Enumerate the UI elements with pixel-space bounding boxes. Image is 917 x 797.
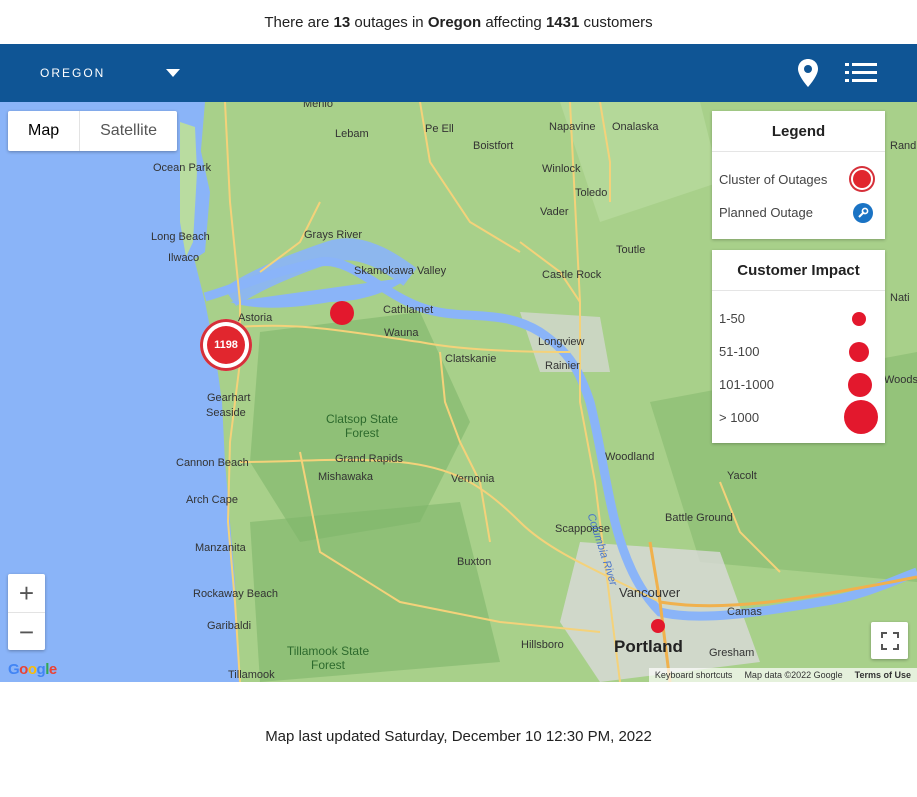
place-label: Long Beach [151,231,210,243]
place-label: Castle Rock [542,269,602,281]
impact-item-label: > 1000 [719,410,760,425]
legend-panel: Legend Cluster of Outages Planned Outage [712,111,885,239]
list-icon[interactable] [843,55,879,91]
place-label: Lebam [335,128,369,140]
map-data-text: Map data ©2022 Google [744,670,843,680]
caret-down-icon [166,69,180,77]
place-label: Woods [884,374,917,386]
place-label: Vernonia [451,473,495,485]
place-label: Woodland [605,451,655,463]
summary-suffix: customers [583,13,653,31]
place-label: Ilwaco [168,252,200,264]
place-label: Menlo [303,102,333,110]
map-attribution: Keyboard shortcuts Map data ©2022 Google… [648,668,917,682]
impact-dot-icon [849,342,869,362]
legend-item-label: Cluster of Outages [719,172,828,187]
fullscreen-button[interactable] [871,622,908,659]
map-type-control: Map Satellite [8,111,178,151]
place-label: Longview [538,336,585,348]
impact-dot-icon [852,312,866,326]
place-label: Ocean Park [153,162,212,174]
place-label: Buxton [457,556,492,568]
place-label: Arch Cape [186,494,238,506]
map-type-satellite-button[interactable]: Satellite [80,111,177,151]
google-logo: Google [8,661,57,678]
state-dropdown[interactable]: OREGON [40,44,180,102]
place-label: Camas [727,606,762,618]
place-label: Grays River [304,229,363,241]
place-label: Cannon Beach [176,457,249,469]
place-label: Seaside [206,407,246,419]
place-label: Astoria [238,312,273,324]
place-label: Garibaldi [207,620,252,632]
place-label: Pe Ell [425,123,454,135]
keyboard-shortcuts-link[interactable]: Keyboard shortcuts [649,670,739,680]
zoom-in-button[interactable]: + [8,574,45,613]
place-label: Mishawaka [318,471,374,483]
outage-cluster-marker[interactable]: 1198 [200,319,252,371]
place-label: Onalaska [612,121,659,133]
place-label: Skamokawa Valley [354,265,447,277]
terms-link[interactable]: Terms of Use [849,670,917,680]
place-label: Vancouver [619,585,681,600]
outage-marker[interactable] [651,619,665,633]
zoom-out-button[interactable]: − [8,613,45,651]
place-label: Manzanita [195,542,246,554]
place-label: Hillsboro [521,639,564,651]
place-label: Grand Rapids [335,453,403,465]
legend-title: Legend [712,111,885,152]
impact-item-label: 51-100 [719,344,760,359]
cluster-icon [849,166,875,192]
place-label: Wauna [384,327,419,339]
park-label: Clatsop State Forest [325,412,399,440]
place-label: Gearhart [207,392,251,404]
park-label: Tillamook State Forest [286,644,370,672]
impact-dot-icon [844,400,878,434]
place-label: Vader [540,206,569,218]
outage-map[interactable]: Menlo Lebam Pe Ell Boistfort Napavine On… [0,102,917,682]
customer-count: 1431 [545,13,580,31]
place-label: Boistfort [473,140,514,152]
impact-item-label: 101-1000 [719,377,774,392]
fullscreen-icon [880,631,899,650]
place-label: Winlock [542,163,581,175]
summary-state: Oregon [427,13,482,31]
place-label: Tillamook [228,669,275,681]
summary-mid1: outages in [354,13,424,31]
place-label: Clatskanie [445,353,497,365]
place-label: Yacolt [727,470,757,482]
place-label: Rainier [545,360,580,372]
customer-impact-title: Customer Impact [712,250,885,291]
summary-mid2: affecting [485,13,542,31]
place-label: Cathlamet [383,304,434,316]
place-label: Battle Ground [665,512,733,524]
place-label: Rockaway Beach [193,588,278,600]
legend-item-label: Planned Outage [719,205,813,220]
zoom-control: + − [8,574,45,650]
place-label: Toutle [616,244,646,256]
wrench-icon [853,203,873,223]
cluster-count: 1198 [207,326,245,364]
summary-prefix: There are [264,13,330,31]
header-bar: OREGON [0,44,917,102]
impact-dot-icon [848,373,872,397]
city-label-portland: Portland [614,637,683,656]
outage-summary: There are 13 outages in Oregon affecting… [0,0,917,44]
outage-marker[interactable] [330,301,354,325]
state-dropdown-value: OREGON [40,66,106,80]
customer-impact-panel: Customer Impact 1-50 51-100 101-1000 > 1… [712,250,885,443]
place-label: Randle [890,140,917,152]
impact-item-label: 1-50 [719,311,746,326]
place-label: Nati [890,292,910,304]
place-label: Toledo [575,187,608,199]
place-label: Napavine [549,121,596,133]
outage-count: 13 [333,13,351,31]
place-label: Gresham [709,647,755,659]
last-updated: Map last updated Saturday, December 10 1… [265,728,652,745]
location-pin-icon[interactable] [790,55,826,91]
map-type-map-button[interactable]: Map [8,111,81,151]
